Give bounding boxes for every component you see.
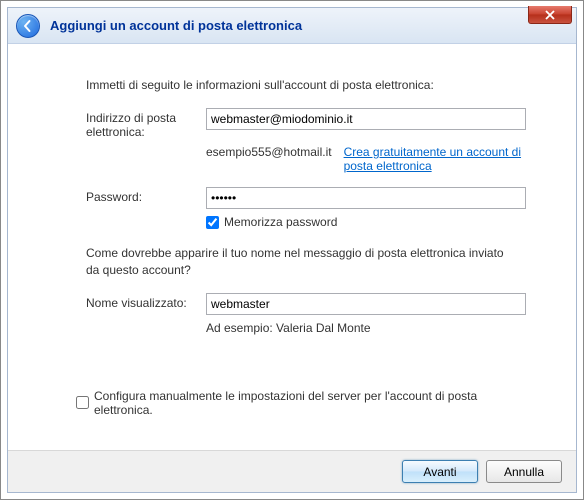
dialog-content: Immetti di seguito le informazioni sull'… — [8, 44, 576, 417]
remember-password-checkbox[interactable] — [206, 216, 219, 229]
remember-password-row: Memorizza password — [206, 215, 516, 229]
intro-text: Immetti di seguito le informazioni sull'… — [86, 78, 516, 92]
display-name-row: Nome visualizzato: — [86, 293, 516, 315]
dialog-window: Aggiungi un account di posta elettronica… — [0, 0, 584, 500]
create-account-link[interactable]: Crea gratuitamente un account di posta e… — [344, 145, 526, 173]
remember-password-label: Memorizza password — [224, 215, 337, 229]
email-example: esempio555@hotmail.it — [206, 145, 332, 159]
display-name-example: Ad esempio: Valeria Dal Monte — [206, 321, 516, 335]
manual-config-checkbox[interactable] — [76, 396, 89, 409]
display-name-question: Come dovrebbe apparire il tuo nome nel m… — [86, 245, 516, 279]
dialog-title: Aggiungi un account di posta elettronica — [50, 18, 302, 33]
password-row: Password: — [86, 187, 516, 209]
manual-config-label: Configura manualmente le impostazioni de… — [94, 389, 516, 417]
dialog-inner: Aggiungi un account di posta elettronica… — [7, 7, 577, 493]
display-name-input[interactable] — [206, 293, 526, 315]
manual-config-row: Configura manualmente le impostazioni de… — [76, 389, 516, 417]
display-name-label: Nome visualizzato: — [86, 293, 206, 310]
cancel-button[interactable]: Annulla — [486, 460, 562, 483]
next-button[interactable]: Avanti — [402, 460, 478, 483]
close-icon — [545, 10, 555, 20]
email-example-row: esempio555@hotmail.it Crea gratuitamente… — [206, 145, 526, 173]
close-button[interactable] — [528, 6, 572, 24]
dialog-footer: Avanti Annulla — [8, 450, 576, 492]
email-input[interactable] — [206, 108, 526, 130]
back-button[interactable] — [16, 14, 40, 38]
arrow-left-icon — [21, 19, 35, 33]
dialog-header: Aggiungi un account di posta elettronica — [8, 8, 576, 44]
password-label: Password: — [86, 187, 206, 204]
password-input[interactable] — [206, 187, 526, 209]
email-label: Indirizzo di posta elettronica: — [86, 108, 206, 139]
email-row: Indirizzo di posta elettronica: — [86, 108, 516, 139]
